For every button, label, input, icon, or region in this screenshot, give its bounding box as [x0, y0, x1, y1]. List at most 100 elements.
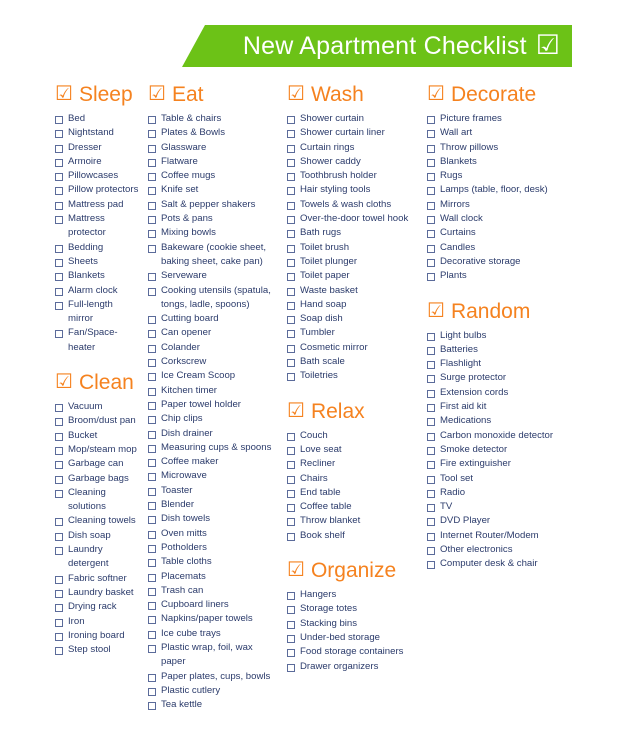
checkbox-empty-icon[interactable] [287, 532, 295, 541]
list-item[interactable]: Nightstand [55, 126, 140, 140]
list-item[interactable]: Stacking bins [287, 617, 417, 631]
list-item[interactable]: Pillow protectors [55, 183, 140, 197]
checkbox-empty-icon[interactable] [148, 487, 156, 496]
checkbox-empty-icon[interactable] [287, 620, 295, 629]
list-item[interactable]: Hangers [287, 588, 417, 602]
checkbox-empty-icon[interactable] [427, 201, 435, 210]
checkbox-empty-icon[interactable] [148, 473, 156, 482]
list-item[interactable]: Fan/Space-heater [55, 326, 140, 355]
checkbox-empty-icon[interactable] [55, 432, 63, 441]
list-item[interactable]: Garbage bags [55, 472, 140, 486]
list-item[interactable]: Paper plates, cups, bowls [148, 670, 277, 684]
list-item[interactable]: Batteries [427, 343, 626, 357]
checkbox-empty-icon[interactable] [287, 461, 295, 470]
list-item[interactable]: Coffee mugs [148, 169, 277, 183]
checkbox-empty-icon[interactable] [427, 461, 435, 470]
list-item[interactable]: Storage totes [287, 602, 417, 616]
checkbox-empty-icon[interactable] [55, 532, 63, 541]
checkbox-empty-icon[interactable] [287, 634, 295, 643]
checkbox-empty-icon[interactable] [287, 359, 295, 368]
checkbox-empty-icon[interactable] [55, 618, 63, 627]
list-item[interactable]: Measuring cups & spoons [148, 441, 277, 455]
checkbox-empty-icon[interactable] [287, 158, 295, 167]
checkbox-empty-icon[interactable] [55, 475, 63, 484]
checkbox-empty-icon[interactable] [287, 330, 295, 339]
checkbox-empty-icon[interactable] [148, 430, 156, 439]
list-item[interactable]: Salt & pepper shakers [148, 198, 277, 212]
checkbox-empty-icon[interactable] [148, 158, 156, 167]
list-item[interactable]: Chip clips [148, 412, 277, 426]
checkbox-empty-icon[interactable] [287, 373, 295, 382]
list-item[interactable]: Step stool [55, 643, 140, 657]
checkbox-empty-icon[interactable] [55, 187, 63, 196]
list-item[interactable]: Shower caddy [287, 155, 417, 169]
list-item[interactable]: Colander [148, 341, 277, 355]
list-item[interactable]: Blankets [427, 155, 626, 169]
checkbox-empty-icon[interactable] [427, 375, 435, 384]
list-item[interactable]: Computer desk & chair [427, 557, 626, 571]
checkbox-empty-icon[interactable] [148, 544, 156, 553]
list-item[interactable]: Iron [55, 615, 140, 629]
checkbox-empty-icon[interactable] [287, 144, 295, 153]
checkbox-empty-icon[interactable] [148, 587, 156, 596]
checkbox-empty-icon[interactable] [427, 173, 435, 182]
checkbox-empty-icon[interactable] [148, 387, 156, 396]
list-item[interactable]: Surge protector [427, 371, 626, 385]
checkbox-empty-icon[interactable] [148, 373, 156, 382]
list-item[interactable]: Toilet paper [287, 269, 417, 283]
checkbox-empty-icon[interactable] [55, 273, 63, 282]
list-item[interactable]: Coffee table [287, 500, 417, 514]
checkbox-empty-icon[interactable] [287, 344, 295, 353]
list-item[interactable]: Under-bed storage [287, 631, 417, 645]
list-item[interactable]: Trash can [148, 584, 277, 598]
list-item[interactable]: Carbon monoxide detector [427, 429, 626, 443]
checkbox-empty-icon[interactable] [427, 230, 435, 239]
checkbox-empty-icon[interactable] [148, 316, 156, 325]
list-item[interactable]: Toaster [148, 484, 277, 498]
checkbox-empty-icon[interactable] [55, 144, 63, 153]
checkbox-empty-icon[interactable] [148, 559, 156, 568]
checkbox-empty-icon[interactable] [287, 518, 295, 527]
list-item[interactable]: Rugs [427, 169, 626, 183]
list-item[interactable]: Alarm clock [55, 284, 140, 298]
list-item[interactable]: Full-length mirror [55, 298, 140, 327]
list-item[interactable]: Food storage containers [287, 645, 417, 659]
checkbox-empty-icon[interactable] [55, 575, 63, 584]
list-item[interactable]: Oven mitts [148, 527, 277, 541]
list-item[interactable]: Towels & wash cloths [287, 198, 417, 212]
list-item[interactable]: Flatware [148, 155, 277, 169]
checkbox-empty-icon[interactable] [148, 602, 156, 611]
checkbox-empty-icon[interactable] [148, 444, 156, 453]
checkbox-empty-icon[interactable] [427, 158, 435, 167]
list-item[interactable]: Mattress protector [55, 212, 140, 241]
checkbox-empty-icon[interactable] [287, 216, 295, 225]
list-item[interactable]: Toothbrush holder [287, 169, 417, 183]
list-item[interactable]: Chairs [287, 472, 417, 486]
checkbox-empty-icon[interactable] [287, 504, 295, 513]
list-item[interactable]: Ice Cream Scoop [148, 369, 277, 383]
list-item[interactable]: Fabric softner [55, 572, 140, 586]
list-item[interactable]: Laundry basket [55, 586, 140, 600]
checkbox-empty-icon[interactable] [427, 244, 435, 253]
list-item[interactable]: Mop/steam mop [55, 443, 140, 457]
checkbox-empty-icon[interactable] [55, 258, 63, 267]
checkbox-empty-icon[interactable] [287, 287, 295, 296]
checkbox-empty-icon[interactable] [148, 702, 156, 711]
list-item[interactable]: Radio [427, 486, 626, 500]
checkbox-empty-icon[interactable] [427, 475, 435, 484]
list-item[interactable]: Wall art [427, 126, 626, 140]
checkbox-empty-icon[interactable] [55, 604, 63, 613]
checkbox-empty-icon[interactable] [427, 258, 435, 267]
checkbox-empty-icon[interactable] [55, 547, 63, 556]
list-item[interactable]: Cleaning solutions [55, 486, 140, 515]
checkbox-empty-icon[interactable] [148, 416, 156, 425]
checkbox-empty-icon[interactable] [148, 287, 156, 296]
list-item[interactable]: Throw blanket [287, 514, 417, 528]
list-item[interactable]: Internet Router/Modem [427, 529, 626, 543]
checkbox-empty-icon[interactable] [148, 573, 156, 582]
checkbox-empty-icon[interactable] [55, 461, 63, 470]
list-item[interactable]: Couch [287, 429, 417, 443]
checkbox-empty-icon[interactable] [427, 116, 435, 124]
checkbox-empty-icon[interactable] [427, 144, 435, 153]
checkbox-empty-icon[interactable] [287, 475, 295, 484]
